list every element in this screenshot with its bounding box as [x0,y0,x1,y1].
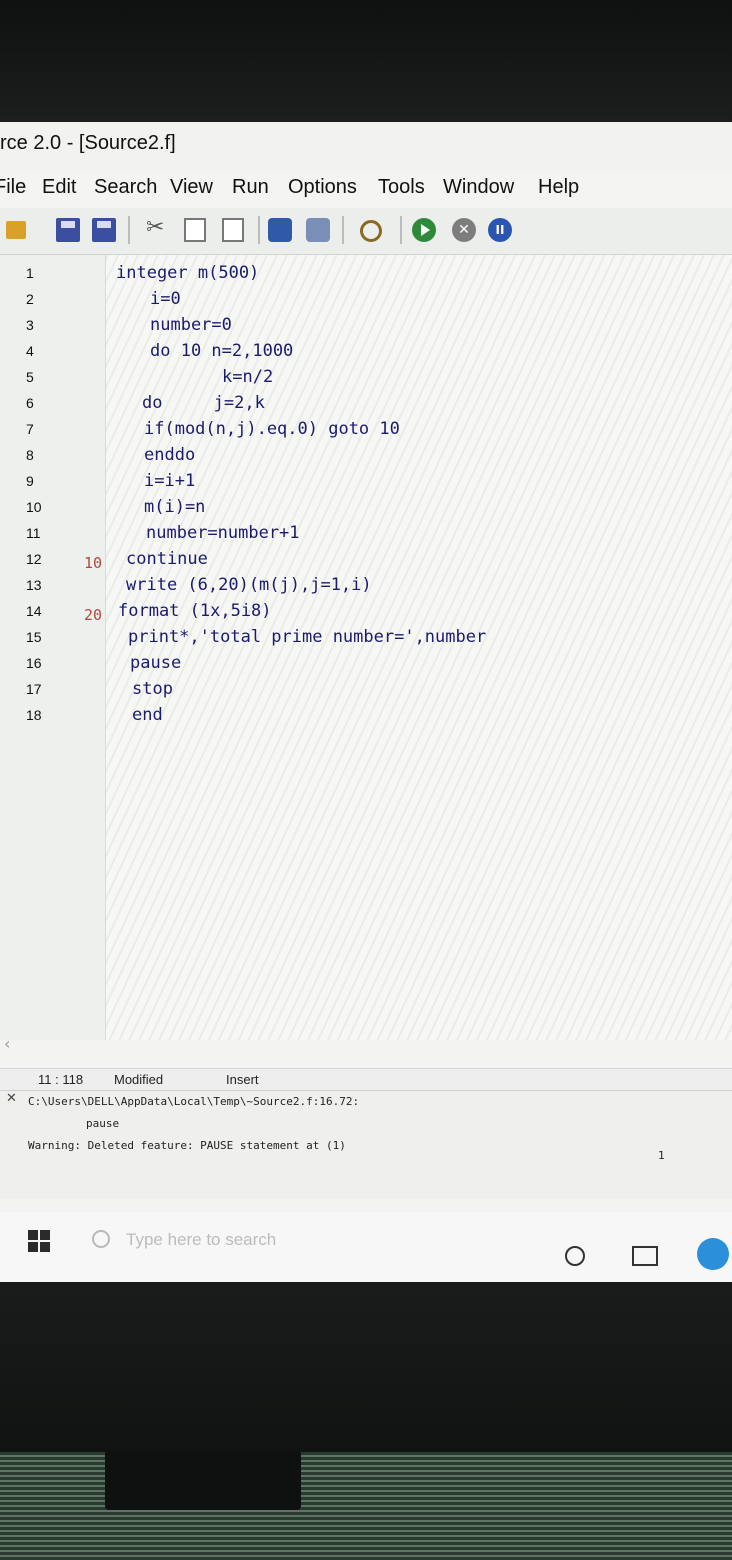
code-line: print*,'total prime number=',number [128,627,487,647]
run-icon[interactable] [412,218,436,242]
toolbar: ✂ ✕ II [0,208,732,255]
line-number: 1 [26,265,34,281]
modified-indicator: Modified [114,1072,164,1087]
code-line: end [132,705,163,725]
taskbar-search-input[interactable]: Type here to search [126,1230,276,1250]
line-number: 9 [26,473,34,489]
code-line: format (1x,5i8) [118,601,272,621]
toolbar-separator [128,216,130,244]
paste-icon[interactable] [222,218,244,242]
save-all-icon[interactable] [92,218,116,242]
windows-start-icon[interactable] [28,1230,50,1252]
insert-mode-indicator: Insert [226,1072,259,1087]
save-icon[interactable] [56,218,80,242]
code-line: enddo [144,445,196,465]
line-number: 14 [26,603,42,619]
search-icon [92,1230,110,1248]
screen: rce 2.0 - [Source2.f] File Edit Search V… [0,122,732,1282]
menu-help[interactable]: Help [538,176,579,199]
copy-icon[interactable] [184,218,206,242]
line-number: 11 [26,525,41,541]
output-marker: 1 [658,1149,665,1162]
menu-tools[interactable]: Tools [378,176,425,199]
line-number: 12 [26,551,42,567]
code-line: stop [132,679,173,699]
redo-icon[interactable] [306,218,330,242]
code-line: do j=2,k [142,393,265,413]
toolbar-separator [400,216,402,244]
monitor-bezel-bottom [0,1282,732,1452]
line-number: 17 [26,681,42,697]
code-line: number=0 [150,315,232,335]
line-number: 13 [26,577,42,593]
code-line: if(mod(n,j).eq.0) goto 10 [144,419,400,439]
open-icon[interactable] [6,221,26,239]
line-number: 5 [26,369,34,385]
monitor-bezel-top [0,0,732,122]
menu-window[interactable]: Window [443,176,514,199]
edge-browser-icon[interactable] [697,1238,729,1270]
line-number: 3 [26,317,34,333]
code-line: number=number+1 [146,523,300,543]
line-number: 2 [26,291,34,307]
output-panel: ✕ C:\Users\DELL\AppData\Local\Temp\~Sour… [0,1090,732,1199]
code-line: continue [126,549,208,569]
task-view-icon[interactable] [632,1246,658,1266]
line-number: 10 [26,499,42,515]
code-line: write (6,20)(m(j),j=1,i) [126,575,372,595]
line-number: 4 [26,343,34,359]
keyboard-key [105,1450,301,1510]
title-bar: rce 2.0 - [Source2.f] [0,122,732,172]
code-line: do 10 n=2,1000 [150,341,294,361]
output-path: C:\Users\DELL\AppData\Local\Temp\~Source… [28,1095,360,1108]
toolbar-separator [342,216,344,244]
cursor-position: 11 : 118 [38,1072,84,1087]
line-number: 18 [26,707,42,723]
code-editor[interactable]: 1 2 3 4 5 6 7 8 9 10 11 12 13 14 15 16 1… [0,255,732,1040]
line-number: 16 [26,655,42,671]
line-number: 8 [26,447,34,463]
code-line: k=n/2 [222,367,274,387]
close-output-icon[interactable]: ✕ [6,1091,17,1106]
line-number: 7 [26,421,34,437]
menu-view[interactable]: View [170,176,213,199]
find-icon[interactable] [360,220,382,242]
pause-icon[interactable]: II [488,218,512,242]
cortana-icon[interactable] [565,1246,585,1266]
code-line: m(i)=n [144,497,206,517]
window-title: rce 2.0 - [Source2.f] [0,132,176,154]
menu-edit[interactable]: Edit [42,176,76,199]
line-number: 15 [26,629,42,645]
toolbar-separator [258,216,260,244]
menu-run[interactable]: Run [232,176,269,199]
statement-label: 10 [84,554,103,572]
statement-label: 20 [84,606,103,624]
code-line: i=0 [150,289,181,309]
line-number: 6 [26,395,34,411]
code-line: integer m(500) [116,263,260,283]
menu-file[interactable]: File [0,176,26,199]
code-line: pause [130,653,182,673]
stop-icon[interactable]: ✕ [452,218,476,242]
code-line: i=i+1 [144,471,196,491]
scroll-left-arrow-icon[interactable]: ‹ [4,1034,10,1053]
output-warning: Warning: Deleted feature: PAUSE statemen… [28,1139,346,1152]
menu-options[interactable]: Options [288,176,357,199]
output-context: pause [86,1117,120,1130]
line-number-gutter: 1 2 3 4 5 6 7 8 9 10 11 12 13 14 15 16 1… [0,255,106,1040]
menu-bar: File Edit Search View Run Options Tools … [0,172,732,208]
status-bar: 11 : 118 Modified Insert [0,1068,732,1091]
undo-icon[interactable] [268,218,292,242]
cut-icon[interactable]: ✂ [146,215,170,240]
menu-search[interactable]: Search [94,176,157,199]
taskbar: Type here to search [0,1212,732,1282]
